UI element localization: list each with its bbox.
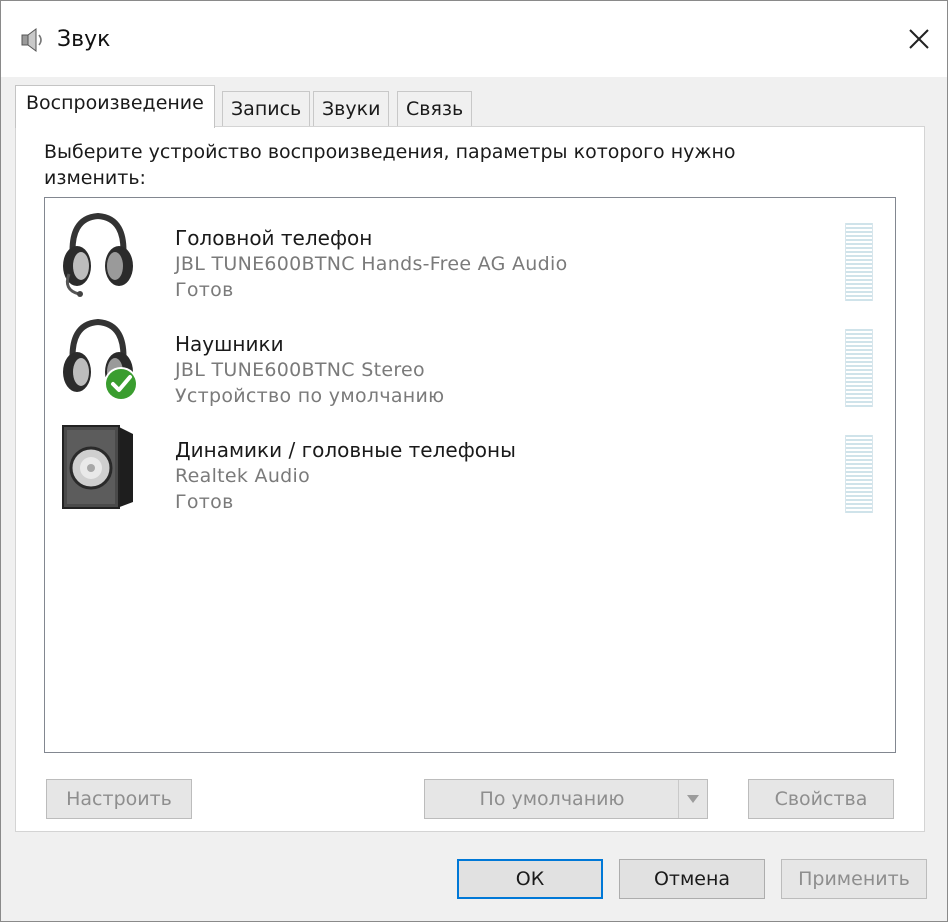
tab-recording[interactable]: Запись (222, 91, 311, 127)
headphones-icon (63, 318, 138, 401)
instruction-text: Выберите устройство воспроизведения, пар… (44, 141, 736, 189)
device-name: Наушники (175, 332, 284, 356)
device-status: Готов (175, 279, 234, 301)
ok-button[interactable]: ОК (457, 859, 603, 899)
properties-button[interactable]: Свойства (748, 779, 894, 819)
sound-dialog: Звук Воспроизведение Запись Звуки Связь … (0, 0, 948, 922)
device-name: Динамики / головные телефоны (175, 438, 516, 462)
device-status: Устройство по умолчанию (175, 385, 445, 407)
device-description: JBL TUNE600BTNC Hands-Free AG Audio (175, 253, 568, 275)
device-list: Головной телефон JBL TUNE600BTNC Hands-F… (44, 197, 896, 753)
device-status: Готов (175, 491, 234, 513)
device-item-headset[interactable]: Головной телефон JBL TUNE600BTNC Hands-F… (45, 208, 895, 308)
playback-panel: Выберите устройство воспроизведения, пар… (15, 126, 925, 832)
volume-meter (845, 329, 873, 407)
tab-sounds[interactable]: Звуки (313, 91, 390, 127)
speaker-icon (62, 425, 133, 509)
set-default-label: По умолчанию (479, 788, 625, 810)
window-title: Звук (57, 27, 111, 52)
tab-communications[interactable]: Связь (397, 91, 473, 127)
device-item-headphones[interactable]: Наушники JBL TUNE600BTNC Stereo Устройст… (45, 314, 895, 414)
device-name: Головной телефон (175, 226, 373, 250)
device-item-speakers[interactable]: Динамики / головные телефоны Realtek Aud… (45, 420, 895, 520)
close-button[interactable] (891, 11, 947, 67)
headset-icon (63, 212, 133, 297)
configure-button[interactable]: Настроить (46, 779, 192, 819)
volume-meter (845, 435, 873, 513)
device-description: JBL TUNE600BTNC Stereo (175, 359, 425, 381)
volume-meter (845, 223, 873, 301)
close-icon (909, 29, 929, 49)
speaker-title-icon (21, 28, 42, 52)
title-bar: Звук (1, 1, 947, 77)
default-check-icon (104, 367, 138, 401)
cancel-button[interactable]: Отмена (619, 859, 765, 899)
set-default-split-button[interactable]: По умолчанию (424, 779, 708, 819)
set-default-dropdown[interactable] (678, 780, 707, 818)
tab-playback[interactable]: Воспроизведение (15, 85, 215, 128)
device-description: Realtek Audio (175, 465, 311, 487)
chevron-down-icon (687, 795, 699, 803)
apply-button[interactable]: Применить (781, 859, 927, 899)
